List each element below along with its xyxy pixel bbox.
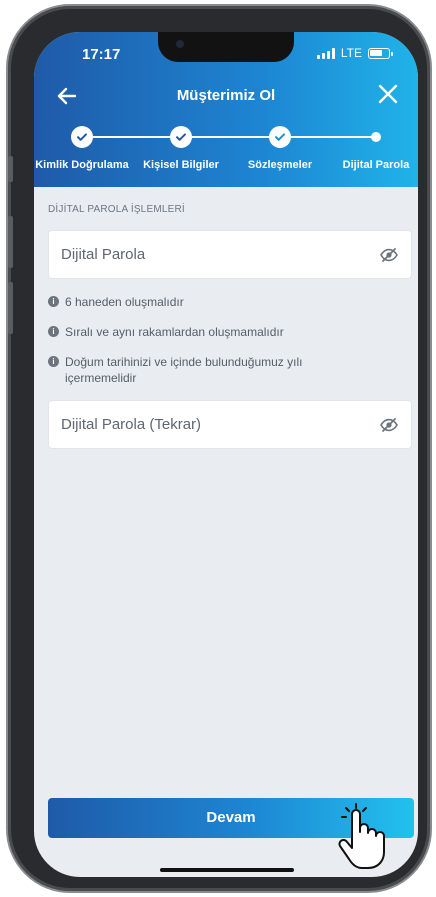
battery-icon bbox=[368, 47, 393, 59]
password-field bbox=[48, 230, 412, 279]
notch bbox=[158, 32, 294, 62]
status-icons: LTE bbox=[316, 46, 393, 60]
step-label-3: Sözleşmeler bbox=[247, 159, 313, 171]
signal-icon bbox=[316, 47, 335, 59]
password-repeat-input[interactable] bbox=[59, 401, 359, 448]
volume-down-button bbox=[8, 282, 13, 334]
eye-off-icon[interactable] bbox=[379, 245, 399, 265]
step-indicator-2 bbox=[170, 126, 192, 148]
hint-text-1: 6 haneden oluşmalıdır bbox=[65, 295, 184, 309]
hint-text-2: Sıralı ve aynı rakamlardan oluşmamalıdır bbox=[65, 325, 284, 339]
step-label-4: Dijital Parola bbox=[342, 159, 410, 171]
hint-1: i 6 haneden oluşmalıdır bbox=[48, 294, 368, 310]
step-label-1: Kimlik Doğrulama bbox=[35, 159, 129, 171]
step-indicator-3 bbox=[269, 126, 291, 148]
mute-switch bbox=[8, 156, 13, 182]
check-icon bbox=[275, 133, 285, 141]
tap-hand-icon bbox=[338, 803, 385, 869]
info-icon: i bbox=[48, 356, 59, 367]
volume-up-button bbox=[8, 216, 13, 268]
info-icon: i bbox=[48, 326, 59, 337]
hint-2: i Sıralı ve aynı rakamlardan oluşmamalıd… bbox=[48, 324, 368, 340]
step-indicator-1 bbox=[71, 126, 93, 148]
home-indicator bbox=[160, 868, 294, 872]
hint-text-3: Doğum tarihinizi ve içinde bulunduğumuz … bbox=[65, 355, 303, 385]
phone-frame: 17:17 LTE Müşterimiz Ol Kimlik Doğrulama… bbox=[6, 4, 432, 893]
password-input[interactable] bbox=[59, 231, 359, 278]
check-icon bbox=[176, 133, 186, 141]
camera-icon bbox=[176, 40, 184, 48]
hint-3: i Doğum tarihinizi ve içinde bulunduğumu… bbox=[48, 354, 348, 386]
close-icon[interactable] bbox=[374, 82, 402, 110]
status-time: 17:17 bbox=[82, 46, 121, 63]
check-icon bbox=[77, 133, 87, 141]
info-icon: i bbox=[48, 296, 59, 307]
section-label: DİJİTAL PAROLA İŞLEMLERİ bbox=[48, 204, 185, 215]
page-title: Müşterimiz Ol bbox=[176, 87, 276, 104]
network-label: LTE bbox=[340, 46, 362, 60]
app-screen: 17:17 LTE Müşterimiz Ol Kimlik Doğrulama… bbox=[34, 32, 418, 877]
password-repeat-field bbox=[48, 400, 412, 449]
stepper-track bbox=[82, 136, 376, 138]
eye-off-icon[interactable] bbox=[379, 415, 399, 435]
step-indicator-4 bbox=[371, 132, 381, 142]
step-label-2: Kişisel Bilgiler bbox=[143, 159, 219, 171]
